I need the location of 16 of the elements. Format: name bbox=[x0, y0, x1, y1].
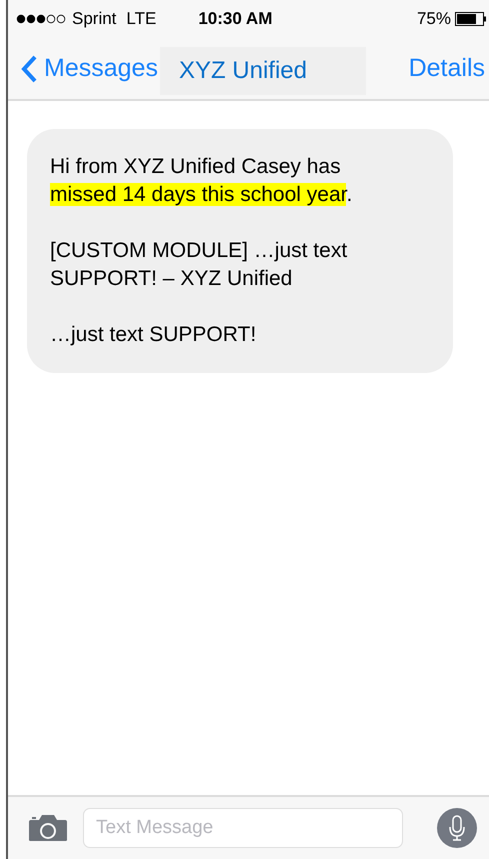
signal-icon bbox=[16, 14, 68, 24]
chevron-left-icon bbox=[20, 54, 38, 84]
battery-icon bbox=[455, 12, 487, 26]
microphone-icon bbox=[448, 814, 466, 842]
conversation-title: XYZ Unified bbox=[160, 46, 366, 94]
back-button[interactable]: Messages bbox=[20, 50, 158, 88]
camera-icon bbox=[28, 814, 68, 842]
network-type: LTE bbox=[126, 8, 156, 30]
message-input-field[interactable]: Text Message bbox=[83, 808, 403, 848]
status-time: 10:30 AM bbox=[198, 8, 272, 30]
carrier-name: Sprint bbox=[72, 8, 116, 30]
message-text: [CUSTOM MODULE] …just text SUPPORT! – XYZ Unified bbox=[50, 238, 348, 292]
microphone-button[interactable] bbox=[437, 808, 477, 848]
message-text: …just text SUPPORT! bbox=[50, 322, 258, 348]
details-button[interactable]: Details bbox=[408, 50, 485, 88]
battery-percent: 75% bbox=[416, 8, 451, 30]
